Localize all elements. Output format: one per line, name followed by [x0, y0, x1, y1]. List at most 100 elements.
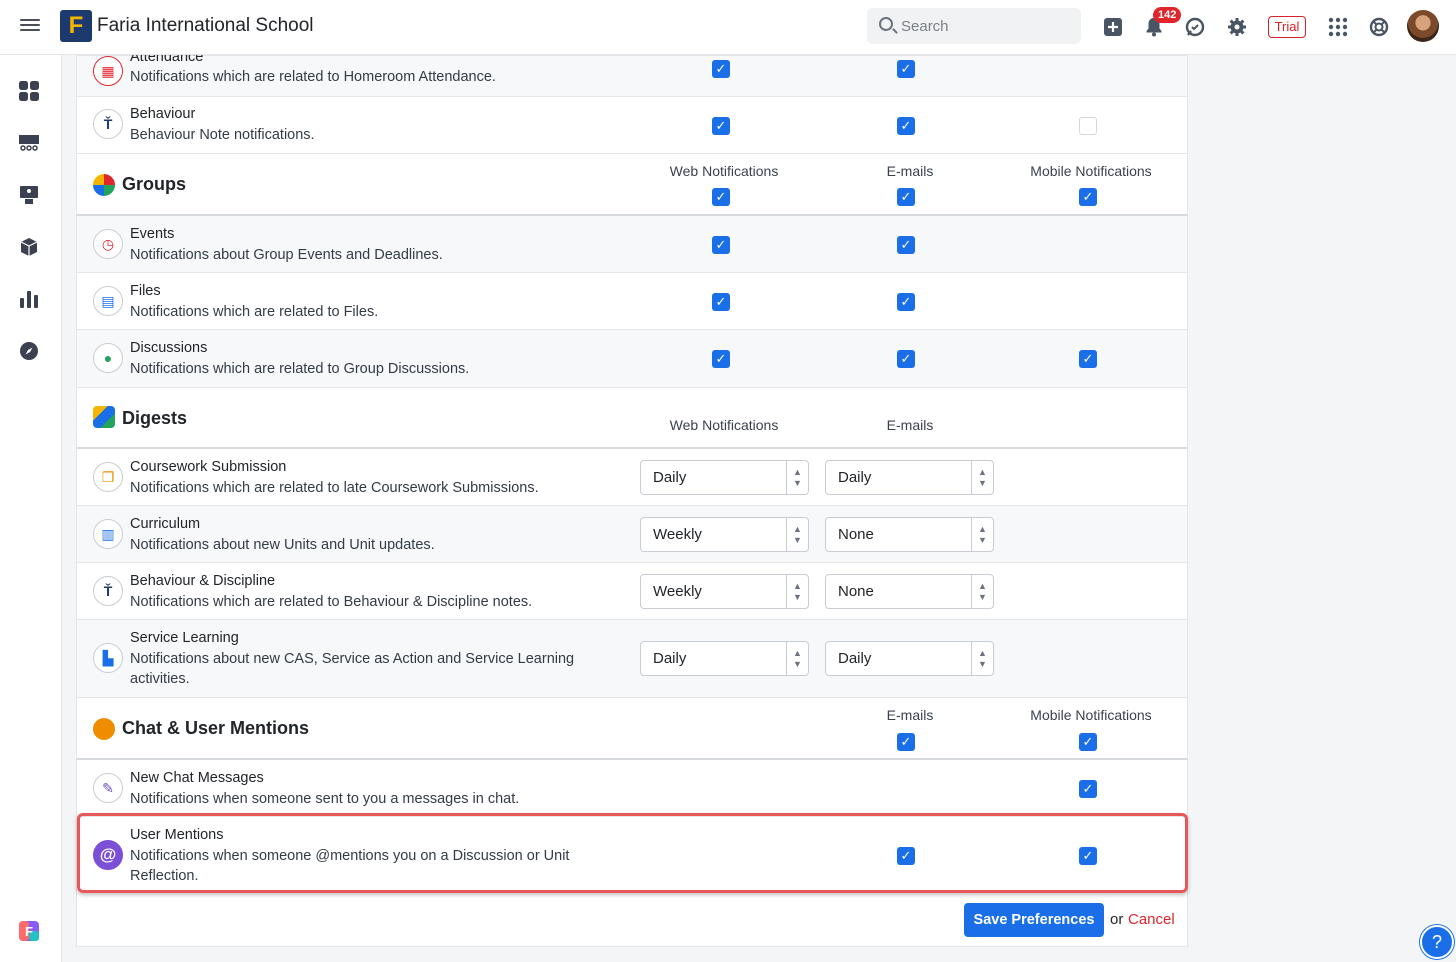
web-checkbox[interactable]: ✓: [712, 293, 730, 311]
email-checkbox[interactable]: ✓: [897, 350, 915, 368]
mobile-checkbox[interactable]: ✓: [1079, 350, 1097, 368]
select-value: Daily: [653, 469, 687, 486]
web-checkbox[interactable]: ✓: [712, 60, 730, 78]
email-frequency-select[interactable]: Daily ▲ ▼: [825, 460, 994, 495]
school-name[interactable]: Faria International School: [97, 15, 314, 37]
chevron-updown-icon: ▲ ▼: [786, 575, 808, 608]
row-title: User Mentions: [130, 827, 224, 843]
section-title: Digests: [122, 408, 188, 428]
cancel-link[interactable]: Cancel: [1128, 911, 1175, 928]
col-header-mobile: Mobile Notifications: [1030, 163, 1152, 179]
digest-row-coursework: ❐ Coursework Submission Notifications wh…: [77, 449, 1187, 506]
pref-row-attendance: ▦ Attendance Notifications which are rel…: [77, 49, 1187, 97]
row-desc: Notifications which are related to Homer…: [130, 69, 496, 85]
mobile-all-checkbox[interactable]: ✓: [1079, 733, 1097, 751]
chat-icon[interactable]: [1184, 16, 1206, 38]
faria-app-logo-icon[interactable]: F: [18, 920, 40, 942]
chevron-updown-icon: ▲ ▼: [971, 518, 993, 551]
compass-icon[interactable]: [18, 340, 40, 362]
email-all-checkbox[interactable]: ✓: [897, 188, 915, 206]
chevron-updown-icon: ▲ ▼: [786, 518, 808, 551]
section-header-groups: Groups Web Notifications E-mails Mobile …: [77, 154, 1187, 216]
chevron-updown-icon: ▲ ▼: [971, 642, 993, 675]
web-all-checkbox[interactable]: ✓: [712, 188, 730, 206]
groups-icon: [93, 174, 115, 196]
row-title: Behaviour & Discipline: [130, 573, 276, 589]
mobile-checkbox[interactable]: [1079, 117, 1097, 135]
web-frequency-select[interactable]: Daily ▲ ▼: [640, 641, 809, 676]
search-input[interactable]: [901, 8, 1071, 44]
email-checkbox[interactable]: ✓: [897, 847, 915, 865]
email-all-checkbox[interactable]: ✓: [897, 733, 915, 751]
email-checkbox[interactable]: ✓: [897, 117, 915, 135]
web-frequency-select[interactable]: Daily ▲ ▼: [640, 460, 809, 495]
mobile-all-checkbox[interactable]: ✓: [1079, 188, 1097, 206]
email-checkbox[interactable]: ✓: [897, 236, 915, 254]
col-header-email: E-mails: [886, 163, 934, 179]
select-value: Daily: [838, 469, 872, 486]
user-avatar[interactable]: [1407, 10, 1439, 42]
web-checkbox[interactable]: ✓: [712, 236, 730, 254]
col-header-mobile: Mobile Notifications: [1030, 707, 1152, 723]
add-icon[interactable]: [1102, 16, 1124, 38]
chevron-updown-icon: ▲ ▼: [971, 575, 993, 608]
email-frequency-select[interactable]: Daily ▲ ▼: [825, 641, 994, 676]
row-title: Curriculum: [130, 516, 201, 532]
service-learning-icon: ▙: [93, 643, 123, 673]
col-header-email: E-mails: [886, 417, 934, 433]
person-icon: Ť: [93, 576, 123, 606]
top-bar: F Faria International School 142 Trial: [0, 0, 1456, 55]
digests-icon: [93, 406, 115, 428]
cube-icon[interactable]: [18, 236, 40, 258]
edit-pencil-icon: ✎: [93, 773, 123, 803]
select-value: None: [838, 526, 874, 543]
select-value: None: [838, 583, 874, 600]
help-question-icon[interactable]: ?: [1420, 925, 1454, 959]
gear-icon[interactable]: [1226, 16, 1248, 38]
pref-row-user-mentions: @ User Mentions Notifications when someo…: [77, 817, 1187, 893]
mobile-checkbox[interactable]: ✓: [1079, 847, 1097, 865]
pref-row-events: ◷ Events Notifications about Group Event…: [77, 216, 1187, 273]
email-checkbox[interactable]: ✓: [897, 60, 915, 78]
row-desc: Notifications which are related to late …: [130, 480, 539, 496]
dashboard-icon[interactable]: [18, 80, 40, 102]
web-frequency-select[interactable]: Weekly ▲ ▼: [640, 517, 809, 552]
menu-icon[interactable]: [20, 16, 40, 34]
email-frequency-select[interactable]: None ▲ ▼: [825, 574, 994, 609]
email-frequency-select[interactable]: None ▲ ▼: [825, 517, 994, 552]
search-icon: [879, 17, 893, 31]
row-title: Files: [130, 283, 161, 299]
web-frequency-select[interactable]: Weekly ▲ ▼: [640, 574, 809, 609]
help-lifebuoy-icon[interactable]: [1368, 16, 1390, 38]
classes-icon[interactable]: [18, 132, 40, 154]
school-logo[interactable]: F: [60, 10, 92, 42]
mobile-checkbox[interactable]: ✓: [1079, 780, 1097, 798]
section-title: Chat & User Mentions: [122, 718, 310, 738]
pref-row-files: ▤ Files Notifications which are related …: [77, 273, 1187, 330]
notification-badge: 142: [1153, 7, 1182, 23]
chevron-updown-icon: ▲ ▼: [786, 642, 808, 675]
row-desc: Behaviour Note notifications.: [130, 127, 315, 143]
pref-row-behaviour: Ť Behaviour Behaviour Note notifications…: [77, 97, 1187, 154]
save-preferences-button[interactable]: Save Preferences: [964, 903, 1104, 937]
apps-grid-icon[interactable]: [1327, 16, 1349, 38]
chevron-updown-icon: ▲ ▼: [971, 461, 993, 494]
web-checkbox[interactable]: ✓: [712, 117, 730, 135]
digest-row-curriculum: ▥ Curriculum Notifications about new Uni…: [77, 506, 1187, 563]
person-icon: Ť: [93, 109, 123, 139]
teaching-icon[interactable]: [18, 184, 40, 206]
file-cabinet-icon: ▤: [93, 286, 123, 316]
email-checkbox[interactable]: ✓: [897, 293, 915, 311]
search-box[interactable]: [867, 8, 1081, 44]
select-value: Daily: [838, 650, 872, 667]
reports-icon[interactable]: [18, 288, 40, 310]
or-text: or: [1110, 911, 1124, 928]
chat-bubble-icon: [93, 718, 115, 740]
row-desc: Notifications about new Units and Unit u…: [130, 537, 435, 553]
digest-row-behaviour: Ť Behaviour & Discipline Notifications w…: [77, 563, 1187, 620]
row-desc: Notifications when someone sent to you a…: [130, 791, 520, 807]
web-checkbox[interactable]: ✓: [712, 350, 730, 368]
col-header-web: Web Notifications: [669, 163, 779, 179]
trial-badge[interactable]: Trial: [1268, 16, 1306, 38]
select-value: Daily: [653, 650, 687, 667]
